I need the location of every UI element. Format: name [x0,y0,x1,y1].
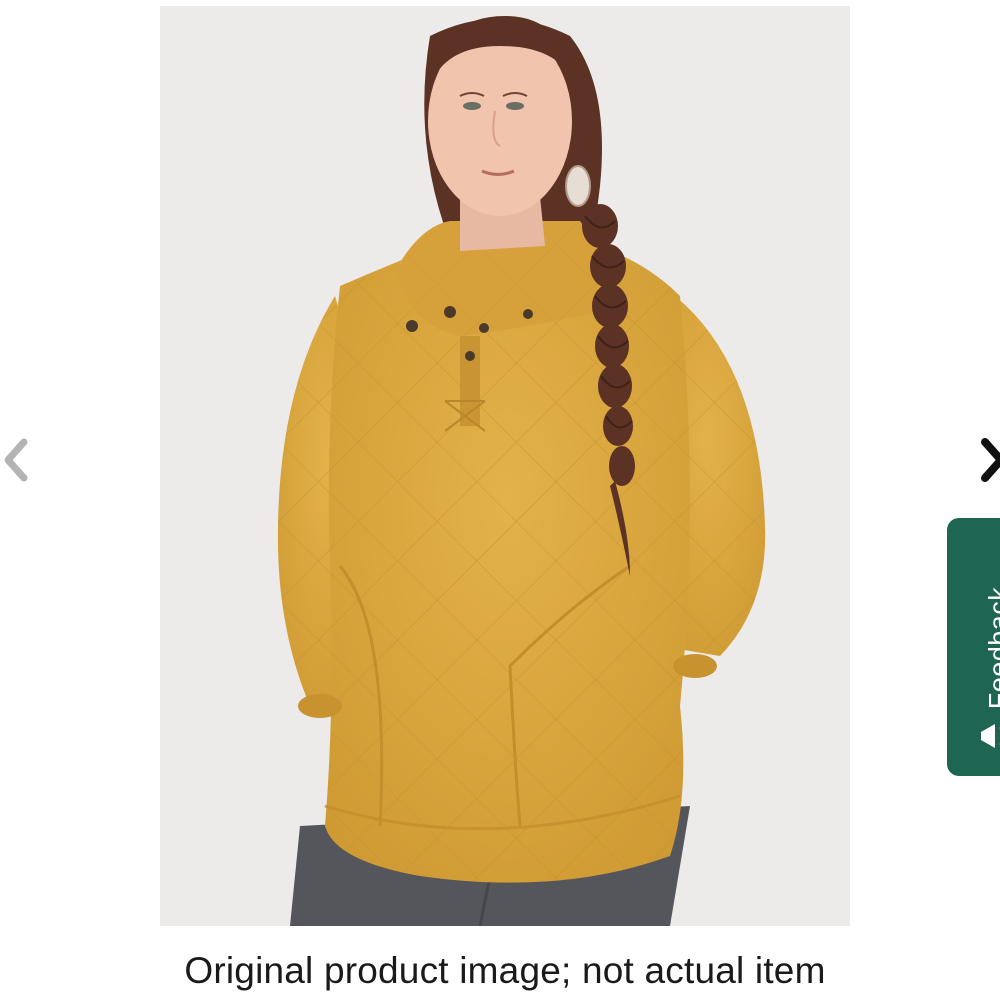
feedback-label: Feedback [983,586,1000,710]
previous-image-button[interactable] [0,430,40,490]
image-caption: Original product image; not actual item [184,950,826,991]
product-image [160,6,850,926]
chevron-right-icon [981,438,1000,482]
feedback-button[interactable]: Feedback [947,518,1000,776]
megaphone-icon [981,724,1000,748]
next-image-button[interactable] [975,430,1000,490]
chevron-left-icon [4,438,28,482]
